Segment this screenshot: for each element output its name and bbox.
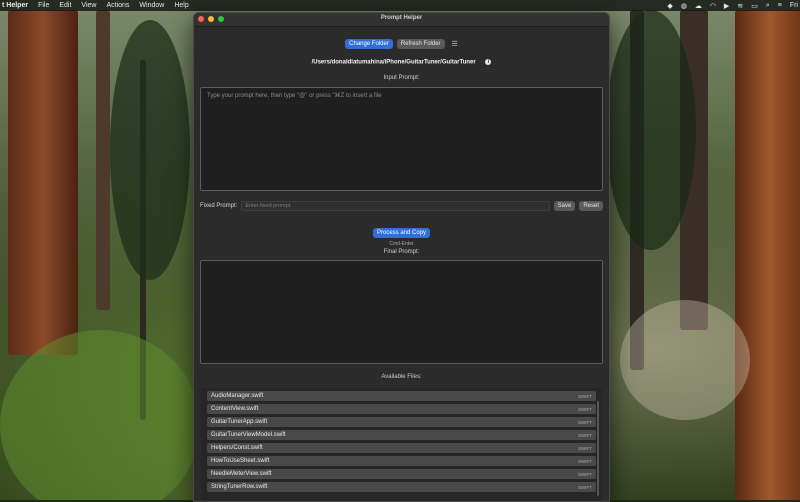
tree-trunk xyxy=(8,10,78,355)
folder-path-row: /Users/donaldiatumahina/iPhone/GuitarTun… xyxy=(194,59,609,66)
file-name: ContentView.swift xyxy=(211,406,259,412)
menu-help[interactable]: Help xyxy=(174,2,188,9)
tree-trunk xyxy=(96,10,110,310)
file-list: AudioManager.swift SWIFT ContentView.swi… xyxy=(201,388,602,501)
file-name: AudioManager.swift xyxy=(211,393,264,399)
file-name: StringTunerRow.swift xyxy=(211,484,268,490)
menu-app-name[interactable]: t Helper xyxy=(0,2,28,9)
file-type-badge: SWIFT xyxy=(578,445,592,451)
headphones-icon[interactable]: ◠ xyxy=(710,2,716,10)
menu-file[interactable]: File xyxy=(38,2,49,9)
reset-button[interactable]: Reset xyxy=(579,201,603,211)
globe-icon[interactable]: ◍ xyxy=(681,2,687,10)
input-prompt-placeholder: Type your prompt here, then type "@" or … xyxy=(207,93,382,99)
file-type-badge: SWIFT xyxy=(578,393,592,399)
final-prompt-label: Final Prompt: xyxy=(383,249,420,255)
input-prompt-textarea[interactable]: Type your prompt here, then type "@" or … xyxy=(200,87,603,191)
file-list-scrollbar[interactable] xyxy=(597,401,599,496)
fixed-prompt-label: Fixed Prompt: xyxy=(200,203,238,209)
file-name: GuitarTunerApp.swift xyxy=(211,419,268,425)
fixed-prompt-row: Fixed Prompt: Enter fixed prompt Save Re… xyxy=(200,201,603,211)
menu-bar: t Helper File Edit View Actions Window H… xyxy=(0,0,800,11)
file-name: HowToUseSheet.swift xyxy=(211,458,270,464)
file-type-badge: SWIFT xyxy=(578,484,592,490)
fixed-prompt-input[interactable]: Enter fixed prompt xyxy=(241,201,550,211)
folder-path: /Users/donaldiatumahina/iPhone/GuitarTun… xyxy=(311,59,476,66)
file-item[interactable]: AudioManager.swift SWIFT xyxy=(207,391,596,401)
menu-edit[interactable]: Edit xyxy=(59,2,71,9)
sliders-icon[interactable]: ☰ xyxy=(452,40,458,48)
folder-toolbar: Change Folder Refresh Folder ☰ xyxy=(194,39,609,49)
tree-canopy xyxy=(110,20,190,280)
tree-canopy xyxy=(606,10,696,250)
menu-actions[interactable]: Actions xyxy=(106,2,129,9)
input-prompt-label: Input Prompt: xyxy=(383,75,420,81)
file-type-badge: SWIFT xyxy=(578,406,592,412)
refresh-folder-button[interactable]: Refresh Folder xyxy=(396,39,445,49)
window-title: Prompt Helper xyxy=(380,15,423,21)
process-shortcut-hint: Cmd-Enter xyxy=(389,241,414,247)
file-item[interactable]: ContentView.swift SWIFT xyxy=(207,404,596,414)
menu-view[interactable]: View xyxy=(81,2,96,9)
fixed-prompt-placeholder: Enter fixed prompt xyxy=(245,203,291,209)
file-item[interactable]: Helpers/Const.swift SWIFT xyxy=(207,443,596,453)
file-item[interactable]: StringTunerRow.swift SWIFT xyxy=(207,482,596,492)
change-folder-button[interactable]: Change Folder xyxy=(345,39,393,49)
battery-icon[interactable]: ▭ xyxy=(751,2,758,10)
final-prompt-textarea[interactable] xyxy=(200,260,603,364)
available-files-label: Available Files: xyxy=(381,374,422,380)
save-button[interactable]: Save xyxy=(553,201,576,211)
wifi-icon[interactable]: ≋ xyxy=(737,2,743,10)
file-name: GuitarTunerViewModel.swift xyxy=(211,432,286,438)
file-type-badge: SWIFT xyxy=(578,432,592,438)
process-section: Process and Copy Cmd-Enter xyxy=(194,221,609,247)
bush xyxy=(0,330,200,500)
title-bar[interactable]: Prompt Helper xyxy=(194,13,609,27)
menu-window[interactable]: Window xyxy=(139,2,164,9)
file-type-badge: SWIFT xyxy=(578,419,592,425)
control-center-icon[interactable]: ≡ xyxy=(778,2,782,9)
play-icon[interactable]: ▶ xyxy=(724,2,729,10)
file-item[interactable]: GuitarTunerApp.swift SWIFT xyxy=(207,417,596,427)
file-item[interactable]: NeedleMeterView.swift SWIFT xyxy=(207,469,596,479)
info-icon[interactable]: i xyxy=(485,59,492,65)
cloud-icon[interactable]: ☁ xyxy=(695,2,702,10)
status-area: ◆ ◍ ☁ ◠ ▶ ≋ ▭ ⌕ ≡ Fri xyxy=(667,0,798,11)
fog xyxy=(620,300,750,420)
search-icon[interactable]: ⌕ xyxy=(766,2,770,10)
tree-trunk xyxy=(735,10,800,500)
file-name: NeedleMeterView.swift xyxy=(211,471,272,477)
dropbox-icon[interactable]: ◆ xyxy=(667,2,672,10)
prompt-helper-window: Prompt Helper Change Folder Refresh Fold… xyxy=(193,12,610,502)
file-type-badge: SWIFT xyxy=(578,471,592,477)
file-item[interactable]: GuitarTunerViewModel.swift SWIFT xyxy=(207,430,596,440)
clock-text[interactable]: Fri xyxy=(790,2,798,9)
file-type-badge: SWIFT xyxy=(578,458,592,464)
file-name: Helpers/Const.swift xyxy=(211,445,263,451)
file-item[interactable]: HowToUseSheet.swift SWIFT xyxy=(207,456,596,466)
process-and-copy-button[interactable]: Process and Copy xyxy=(372,228,431,238)
